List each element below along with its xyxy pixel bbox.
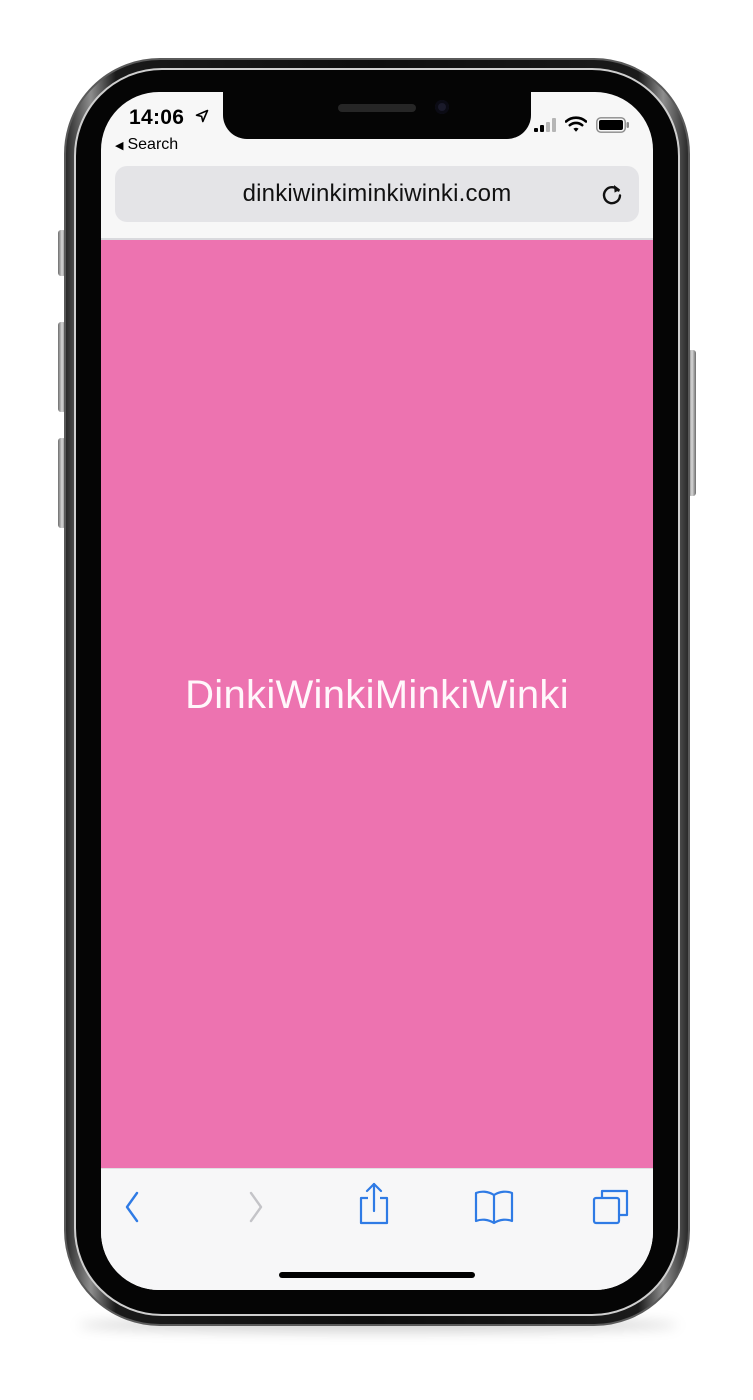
battery-icon bbox=[596, 117, 629, 133]
notch bbox=[223, 92, 531, 139]
status-time: 14:06 bbox=[129, 106, 185, 129]
front-camera bbox=[435, 100, 449, 114]
url-text[interactable]: dinkiwinkiminkiwinki.com bbox=[115, 180, 639, 208]
cellular-signal-icon bbox=[534, 118, 556, 132]
home-indicator[interactable] bbox=[279, 1272, 475, 1278]
bookmarks-icon[interactable] bbox=[473, 1187, 515, 1227]
reload-icon[interactable] bbox=[599, 181, 625, 207]
back-to-app-link[interactable]: ◀ Search bbox=[115, 136, 178, 154]
share-icon[interactable] bbox=[357, 1181, 391, 1227]
screen: 14:06 ◀ Search dinkiwinkiminkiwinki.com … bbox=[101, 92, 653, 1290]
back-app-label: Search bbox=[127, 136, 179, 153]
address-bar[interactable]: dinkiwinkiminkiwinki.com bbox=[115, 166, 639, 222]
page-headline: DinkiWinkiMinkiWinki bbox=[185, 672, 569, 717]
tabs-icon[interactable] bbox=[591, 1187, 631, 1227]
page-content: DinkiWinkiMinkiWinki bbox=[101, 240, 653, 1168]
status-bar: 14:06 ◀ Search bbox=[101, 92, 653, 162]
forward-icon[interactable] bbox=[243, 1187, 267, 1227]
back-triangle-icon: ◀ bbox=[115, 139, 124, 152]
location-arrow-icon bbox=[195, 109, 209, 123]
back-icon[interactable] bbox=[121, 1187, 145, 1227]
speaker-grille bbox=[338, 104, 416, 112]
wifi-icon bbox=[565, 116, 587, 132]
